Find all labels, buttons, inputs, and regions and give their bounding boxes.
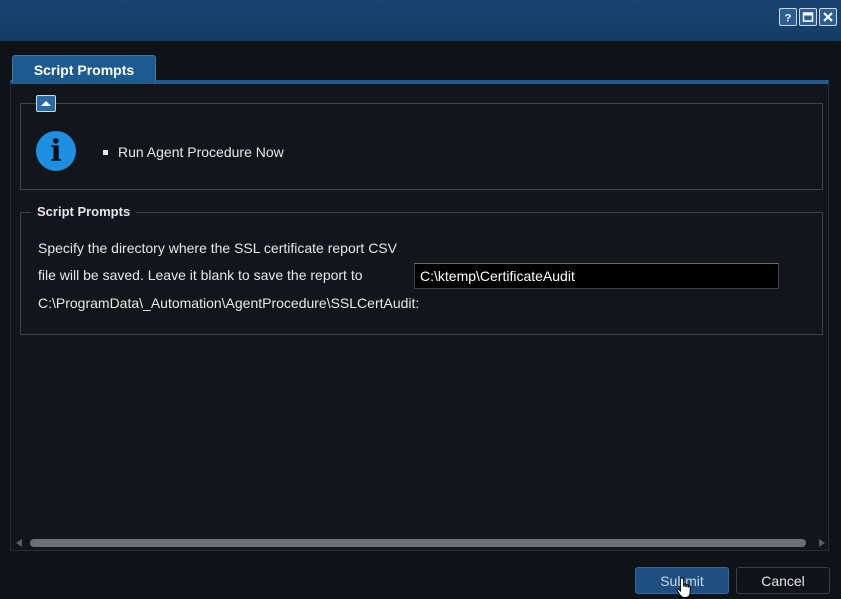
horizontal-scrollbar[interactable]: [14, 537, 827, 549]
script-prompts-legend: Script Prompts: [31, 204, 137, 219]
scroll-right-icon[interactable]: [819, 539, 825, 547]
prompt-text-line-3: C:\ProgramData\_Automation\AgentProcedur…: [38, 295, 420, 311]
scrollbar-thumb[interactable]: [30, 539, 806, 547]
scroll-left-icon[interactable]: [16, 539, 22, 547]
help-icon: ?: [785, 13, 792, 24]
info-bullet-item: Run Agent Procedure Now: [103, 144, 284, 160]
close-icon: [823, 12, 833, 22]
bullet-dot: [103, 149, 108, 155]
chevron-up-icon: [41, 101, 51, 106]
maximize-icon: [802, 12, 814, 22]
help-button[interactable]: ?: [779, 8, 797, 26]
collapse-button[interactable]: [36, 95, 56, 112]
maximize-button[interactable]: [799, 8, 817, 26]
info-bullet-text: Run Agent Procedure Now: [118, 144, 284, 160]
window-controls: ?: [779, 8, 837, 26]
close-button[interactable]: [819, 8, 837, 26]
svg-text:?: ?: [785, 13, 792, 24]
hand-cursor-icon: [676, 577, 691, 598]
tab-label: Script Prompts: [33, 61, 135, 78]
prompt-text-line-1: Specify the directory where the SSL cert…: [38, 240, 397, 256]
prompt-text-line-2: file will be saved. Leave it blank to sa…: [38, 267, 363, 283]
tab-script-prompts[interactable]: Script Prompts: [12, 55, 156, 83]
directory-input[interactable]: C:\ktemp\CertificateAudit: [414, 263, 779, 289]
info-icon: i: [36, 131, 76, 171]
cancel-button[interactable]: Cancel: [736, 567, 830, 594]
title-bar: ?: [0, 0, 841, 41]
